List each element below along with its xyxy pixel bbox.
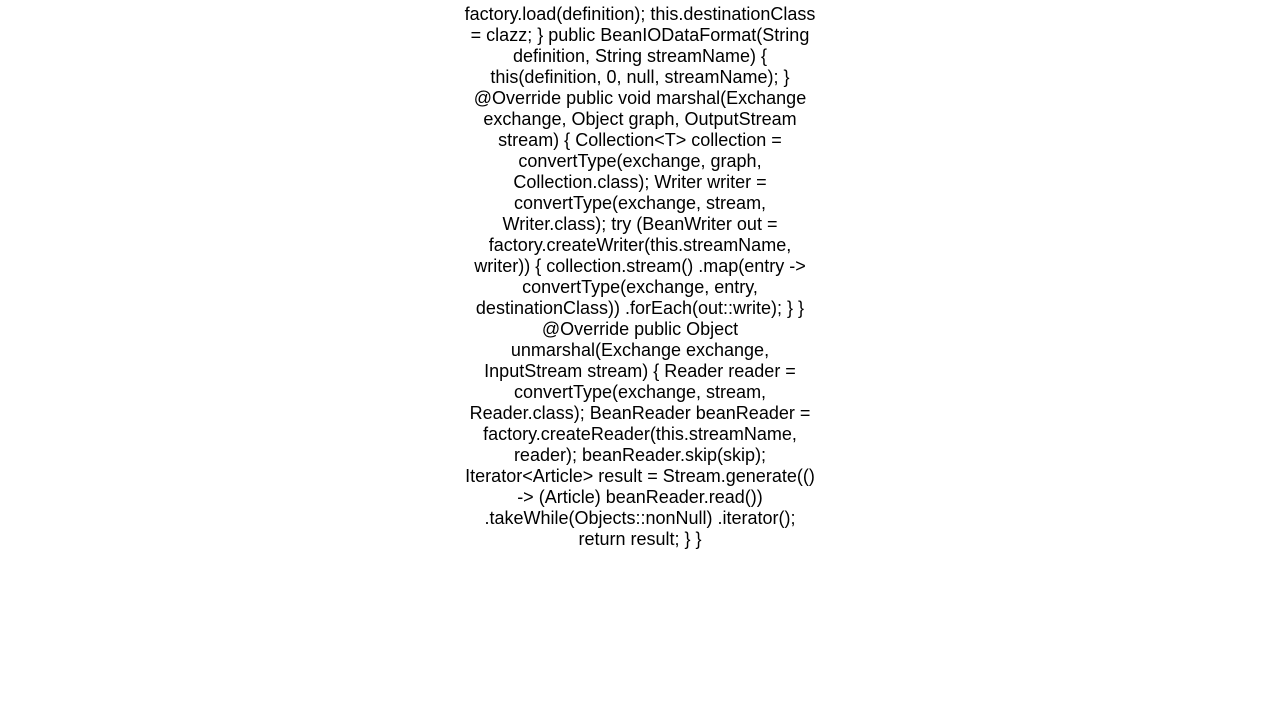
- code-snippet: factory.load(definition); this.destinati…: [460, 0, 820, 550]
